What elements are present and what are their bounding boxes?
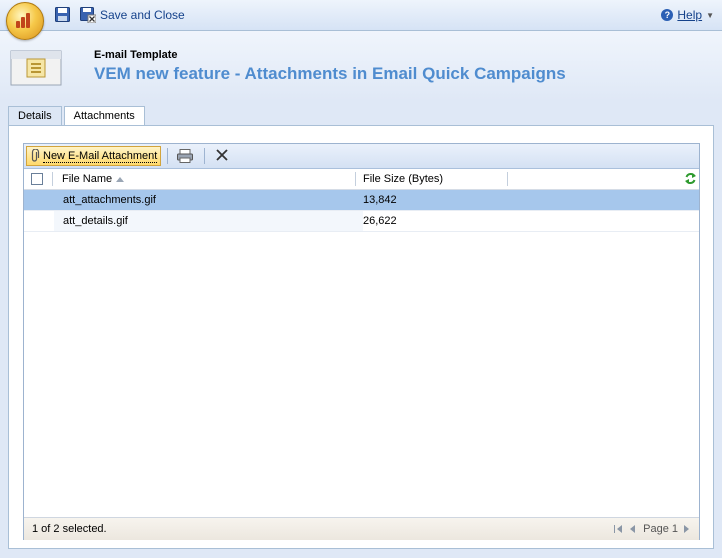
entity-type-label: E-mail Template xyxy=(94,49,178,61)
save-and-close-label: Save and Close xyxy=(100,8,185,22)
grid-header: File Name File Size (Bytes) xyxy=(24,169,699,190)
select-all-checkbox[interactable] xyxy=(31,173,43,185)
chevron-down-icon: ▼ xyxy=(706,10,714,20)
first-page-icon[interactable] xyxy=(614,525,616,533)
pager: Page 1 xyxy=(614,518,691,540)
form-header: E-mail Template VEM new feature - Attach… xyxy=(0,31,722,101)
table-row[interactable]: att_attachments.gif 13,842 xyxy=(24,190,699,211)
column-label-file-name: File Name xyxy=(62,173,113,185)
selection-status: 1 of 2 selected. xyxy=(32,523,107,535)
table-row[interactable]: att_details.gif 26,622 xyxy=(24,211,699,232)
grid-toolbar: New E-Mail Attachment xyxy=(24,144,699,169)
toolbar-separator xyxy=(204,148,205,164)
file-size-cell: 13,842 xyxy=(363,194,397,206)
top-toolbar: Save and Close ? Help ▼ xyxy=(0,0,722,40)
first-page-arrow-icon[interactable] xyxy=(617,525,623,533)
save-and-close-button[interactable]: Save and Close xyxy=(80,6,185,24)
next-page-icon[interactable] xyxy=(684,525,689,533)
paperclip-icon xyxy=(31,149,40,162)
tab-details[interactable]: Details xyxy=(8,106,62,125)
print-icon[interactable] xyxy=(177,149,193,163)
toolbar-separator xyxy=(167,148,168,164)
file-name-cell[interactable]: att_details.gif xyxy=(54,211,363,231)
grid-footer: 1 of 2 selected. Page 1 xyxy=(24,517,699,540)
delete-icon[interactable] xyxy=(215,148,229,162)
file-name-cell[interactable]: att_attachments.gif xyxy=(54,190,363,210)
save-icon[interactable] xyxy=(55,7,70,22)
new-email-attachment-button[interactable]: New E-Mail Attachment xyxy=(26,146,162,166)
column-label-file-size: File Size (Bytes) xyxy=(363,173,444,185)
attachments-grid: New E-Mail Attachment File Name File Siz… xyxy=(23,143,700,540)
previous-page-icon[interactable] xyxy=(630,525,636,533)
column-header-file-size[interactable]: File Size (Bytes) xyxy=(363,169,443,189)
column-header-file-name[interactable]: File Name xyxy=(62,169,125,189)
column-separator xyxy=(52,172,53,186)
file-size-cell: 26,622 xyxy=(363,215,397,227)
tab-attachments[interactable]: Attachments xyxy=(63,106,145,126)
sort-ascending-icon xyxy=(116,176,125,182)
new-email-attachment-label: New E-Mail Attachment xyxy=(43,149,158,163)
column-separator[interactable] xyxy=(507,172,508,186)
page-number: Page 1 xyxy=(643,523,678,535)
page-title: VEM new feature - Attachments in Email Q… xyxy=(94,64,566,83)
help-label: Help xyxy=(677,8,703,22)
form-tabs: Details Attachments xyxy=(8,106,147,126)
save-close-icon xyxy=(80,7,96,23)
column-separator[interactable] xyxy=(355,172,356,186)
help-icon: ? xyxy=(661,9,674,21)
tab-panel: New E-Mail Attachment File Name File Siz… xyxy=(8,125,714,549)
email-template-icon xyxy=(10,50,62,86)
app-orb-icon[interactable] xyxy=(6,2,44,40)
refresh-icon[interactable] xyxy=(684,172,697,185)
help-menu[interactable]: ? Help ▼ xyxy=(661,8,714,22)
